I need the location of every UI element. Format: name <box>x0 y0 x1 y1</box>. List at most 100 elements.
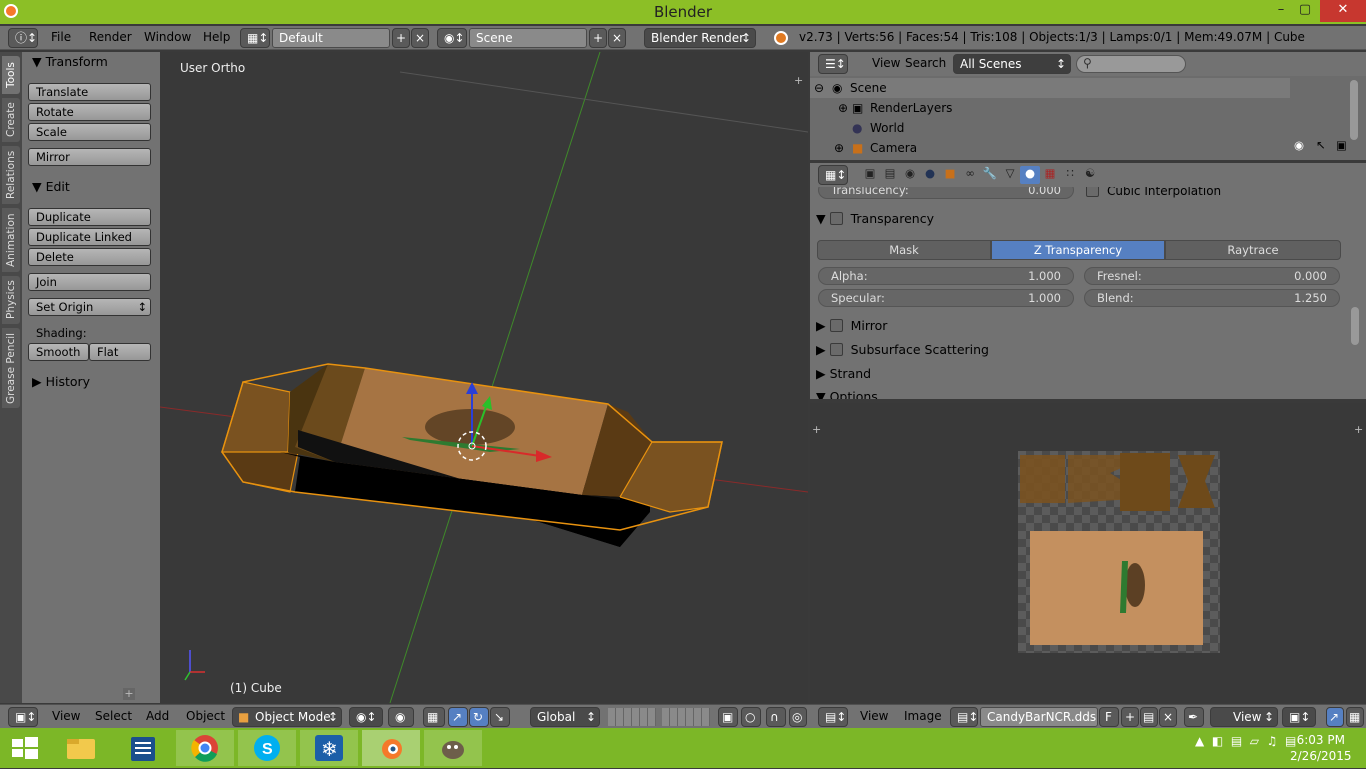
texture-tab-icon[interactable]: ▦ <box>1040 166 1060 180</box>
tab-tools[interactable]: Tools <box>2 56 20 94</box>
snap-icon[interactable]: ∩ <box>766 707 786 727</box>
layers-grid-2[interactable] <box>662 708 710 726</box>
object-tab-icon[interactable]: ■ <box>940 166 960 180</box>
outliner-row-renderlayers[interactable]: ⊕ ▣ RenderLayers <box>810 98 1290 118</box>
snap-target-icon[interactable]: ◎ <box>789 707 807 727</box>
sss-panel-header[interactable]: ▶ Subsurface Scattering <box>816 339 1351 361</box>
transform-panel-header[interactable]: ▼ Transform <box>32 54 108 69</box>
join-button[interactable]: Join <box>28 273 151 291</box>
file-explorer-icon[interactable] <box>52 730 110 766</box>
sss-checkbox[interactable] <box>829 343 843 356</box>
menu-window[interactable]: Window <box>144 30 191 44</box>
remove-scene-icon[interactable]: × <box>608 28 626 48</box>
translate-button[interactable]: Translate <box>28 83 151 101</box>
render-tab-icon[interactable]: ▣ <box>860 166 880 184</box>
proportional-edit-icon[interactable]: ○ <box>741 707 761 727</box>
duplicate-linked-button[interactable]: Duplicate Linked <box>28 228 151 246</box>
layout-field[interactable]: Default <box>272 28 390 48</box>
delete-button[interactable]: Delete <box>28 248 151 266</box>
app-icon[interactable] <box>114 730 172 766</box>
plus-icon[interactable]: + <box>123 688 135 700</box>
gimp-icon[interactable] <box>424 730 482 766</box>
smooth-button[interactable]: Smooth <box>28 343 89 361</box>
viewport-menu-add[interactable]: Add <box>146 709 169 723</box>
scale-button[interactable]: Scale <box>28 123 151 141</box>
alpha-slider[interactable]: Alpha: 1.000 <box>818 267 1074 285</box>
remove-layout-icon[interactable]: × <box>411 28 429 48</box>
properties-editor-icon[interactable]: ▦↕ <box>818 165 848 185</box>
3d-viewport[interactable]: User Ortho (1) Cube + + <box>123 52 808 703</box>
outliner-search-input[interactable]: ⚲ <box>1076 55 1186 73</box>
tab-grease-pencil[interactable]: Grease Pencil <box>2 328 20 408</box>
image-name-field[interactable]: CandyBarNCR.dds <box>980 707 1098 727</box>
outliner-row-camera[interactable]: ⊕ ■ Camera <box>810 138 1290 158</box>
tab-physics[interactable]: Physics <box>2 276 20 324</box>
image-browse-icon[interactable]: ▤↕ <box>950 707 978 727</box>
chrome-icon[interactable] <box>176 730 234 766</box>
data-tab-icon[interactable]: ▽ <box>1000 166 1020 180</box>
mirror-panel-header[interactable]: ▶ Mirror <box>816 315 1351 337</box>
scenes-select[interactable]: All Scenes ↕ <box>953 54 1071 74</box>
constraints-tab-icon[interactable]: ∞ <box>960 166 980 180</box>
menu-file[interactable]: File <box>51 30 71 44</box>
plus-icon[interactable]: + <box>794 74 803 87</box>
material-tab-icon[interactable]: ● <box>1020 166 1040 184</box>
modifiers-tab-icon[interactable]: 🔧 <box>980 166 1000 180</box>
outliner-menu-view[interactable]: View <box>872 56 900 70</box>
options-panel-header[interactable]: ▼ Options <box>816 386 1351 399</box>
add-layout-icon[interactable]: + <box>392 28 410 48</box>
outliner-menu-search[interactable]: Search <box>905 56 946 70</box>
screen-layout-icon[interactable]: ▦↕ <box>240 28 270 48</box>
uv-select-icon[interactable]: ▦ <box>1346 707 1364 727</box>
unlink-image-icon[interactable]: × <box>1159 707 1177 727</box>
menu-render[interactable]: Render <box>89 30 132 44</box>
blender-taskbar-icon[interactable] <box>362 730 420 766</box>
expand-icon[interactable]: ⊕ <box>838 98 848 118</box>
snowflake-app-icon[interactable]: ❄ <box>300 730 358 766</box>
scale-manipulator-icon[interactable]: ↘ <box>490 707 510 727</box>
tab-animation[interactable]: Animation <box>2 208 20 272</box>
rotate-button[interactable]: Rotate <box>28 103 151 121</box>
properties-scrollbar[interactable] <box>1351 307 1359 345</box>
orientation-select[interactable]: Global ↕ <box>530 707 600 727</box>
fresnel-slider[interactable]: Fresnel: 0.000 <box>1084 267 1340 285</box>
system-tray[interactable]: ▲ ◧ ▤ ▱ ♫ ▤ <box>1195 734 1296 748</box>
pivot-select[interactable]: ◉ <box>388 707 414 727</box>
cursor-icon[interactable]: ↖ <box>1316 138 1326 152</box>
pivot-image-icon[interactable]: ▣↕ <box>1282 707 1316 727</box>
mode-select[interactable]: ■ Object Mode ↕ <box>232 707 342 727</box>
translucency-slider[interactable]: Translucency: 0.000 <box>818 187 1074 199</box>
scene-field[interactable]: Scene <box>469 28 587 48</box>
outliner-editor-icon[interactable]: ☰↕ <box>818 54 848 74</box>
new-image-icon[interactable]: + <box>1121 707 1139 727</box>
plus-icon[interactable]: + <box>1354 423 1363 436</box>
layers-grid[interactable] <box>608 708 656 726</box>
menu-help[interactable]: Help <box>203 30 230 44</box>
viewport-shading-select[interactable]: ◉↕ <box>349 707 383 727</box>
flat-button[interactable]: Flat <box>89 343 151 361</box>
open-image-icon[interactable]: ▤ <box>1140 707 1158 727</box>
image-menu-image[interactable]: Image <box>904 709 942 723</box>
fake-user-button[interactable]: F <box>1099 707 1119 727</box>
blend-slider[interactable]: Blend: 1.250 <box>1084 289 1340 307</box>
skype-icon[interactable]: S <box>238 730 296 766</box>
outliner-row-world[interactable]: ● World <box>810 118 1290 138</box>
render-layers-tab-icon[interactable]: ▤ <box>880 166 900 180</box>
collapse-icon[interactable]: ⊖ <box>814 78 824 98</box>
render-camera-icon[interactable]: ▣ <box>1336 138 1347 152</box>
tab-relations[interactable]: Relations <box>2 146 20 204</box>
start-button[interactable] <box>0 730 50 766</box>
particles-tab-icon[interactable]: ∷ <box>1060 166 1080 180</box>
duplicate-button[interactable]: Duplicate <box>28 208 151 226</box>
taskbar-clock[interactable]: 6:03 PM 2/26/2015 <box>1290 732 1352 764</box>
rotate-manipulator-icon[interactable]: ↻ <box>469 707 489 727</box>
strand-panel-header[interactable]: ▶ Strand <box>816 363 1351 385</box>
image-menu-view[interactable]: View <box>860 709 888 723</box>
pin-image-icon[interactable]: ✒ <box>1184 707 1204 727</box>
visibility-eye-icon[interactable]: ◉ <box>1294 138 1304 152</box>
transparency-checkbox[interactable] <box>829 212 843 225</box>
set-origin-select[interactable]: Set Origin ↕ <box>28 298 151 316</box>
render-engine-select[interactable]: Blender Render ↕ <box>644 28 756 48</box>
mode-raytrace-button[interactable]: Raytrace <box>1165 240 1341 260</box>
uv-image-editor[interactable]: + + <box>810 403 1366 703</box>
